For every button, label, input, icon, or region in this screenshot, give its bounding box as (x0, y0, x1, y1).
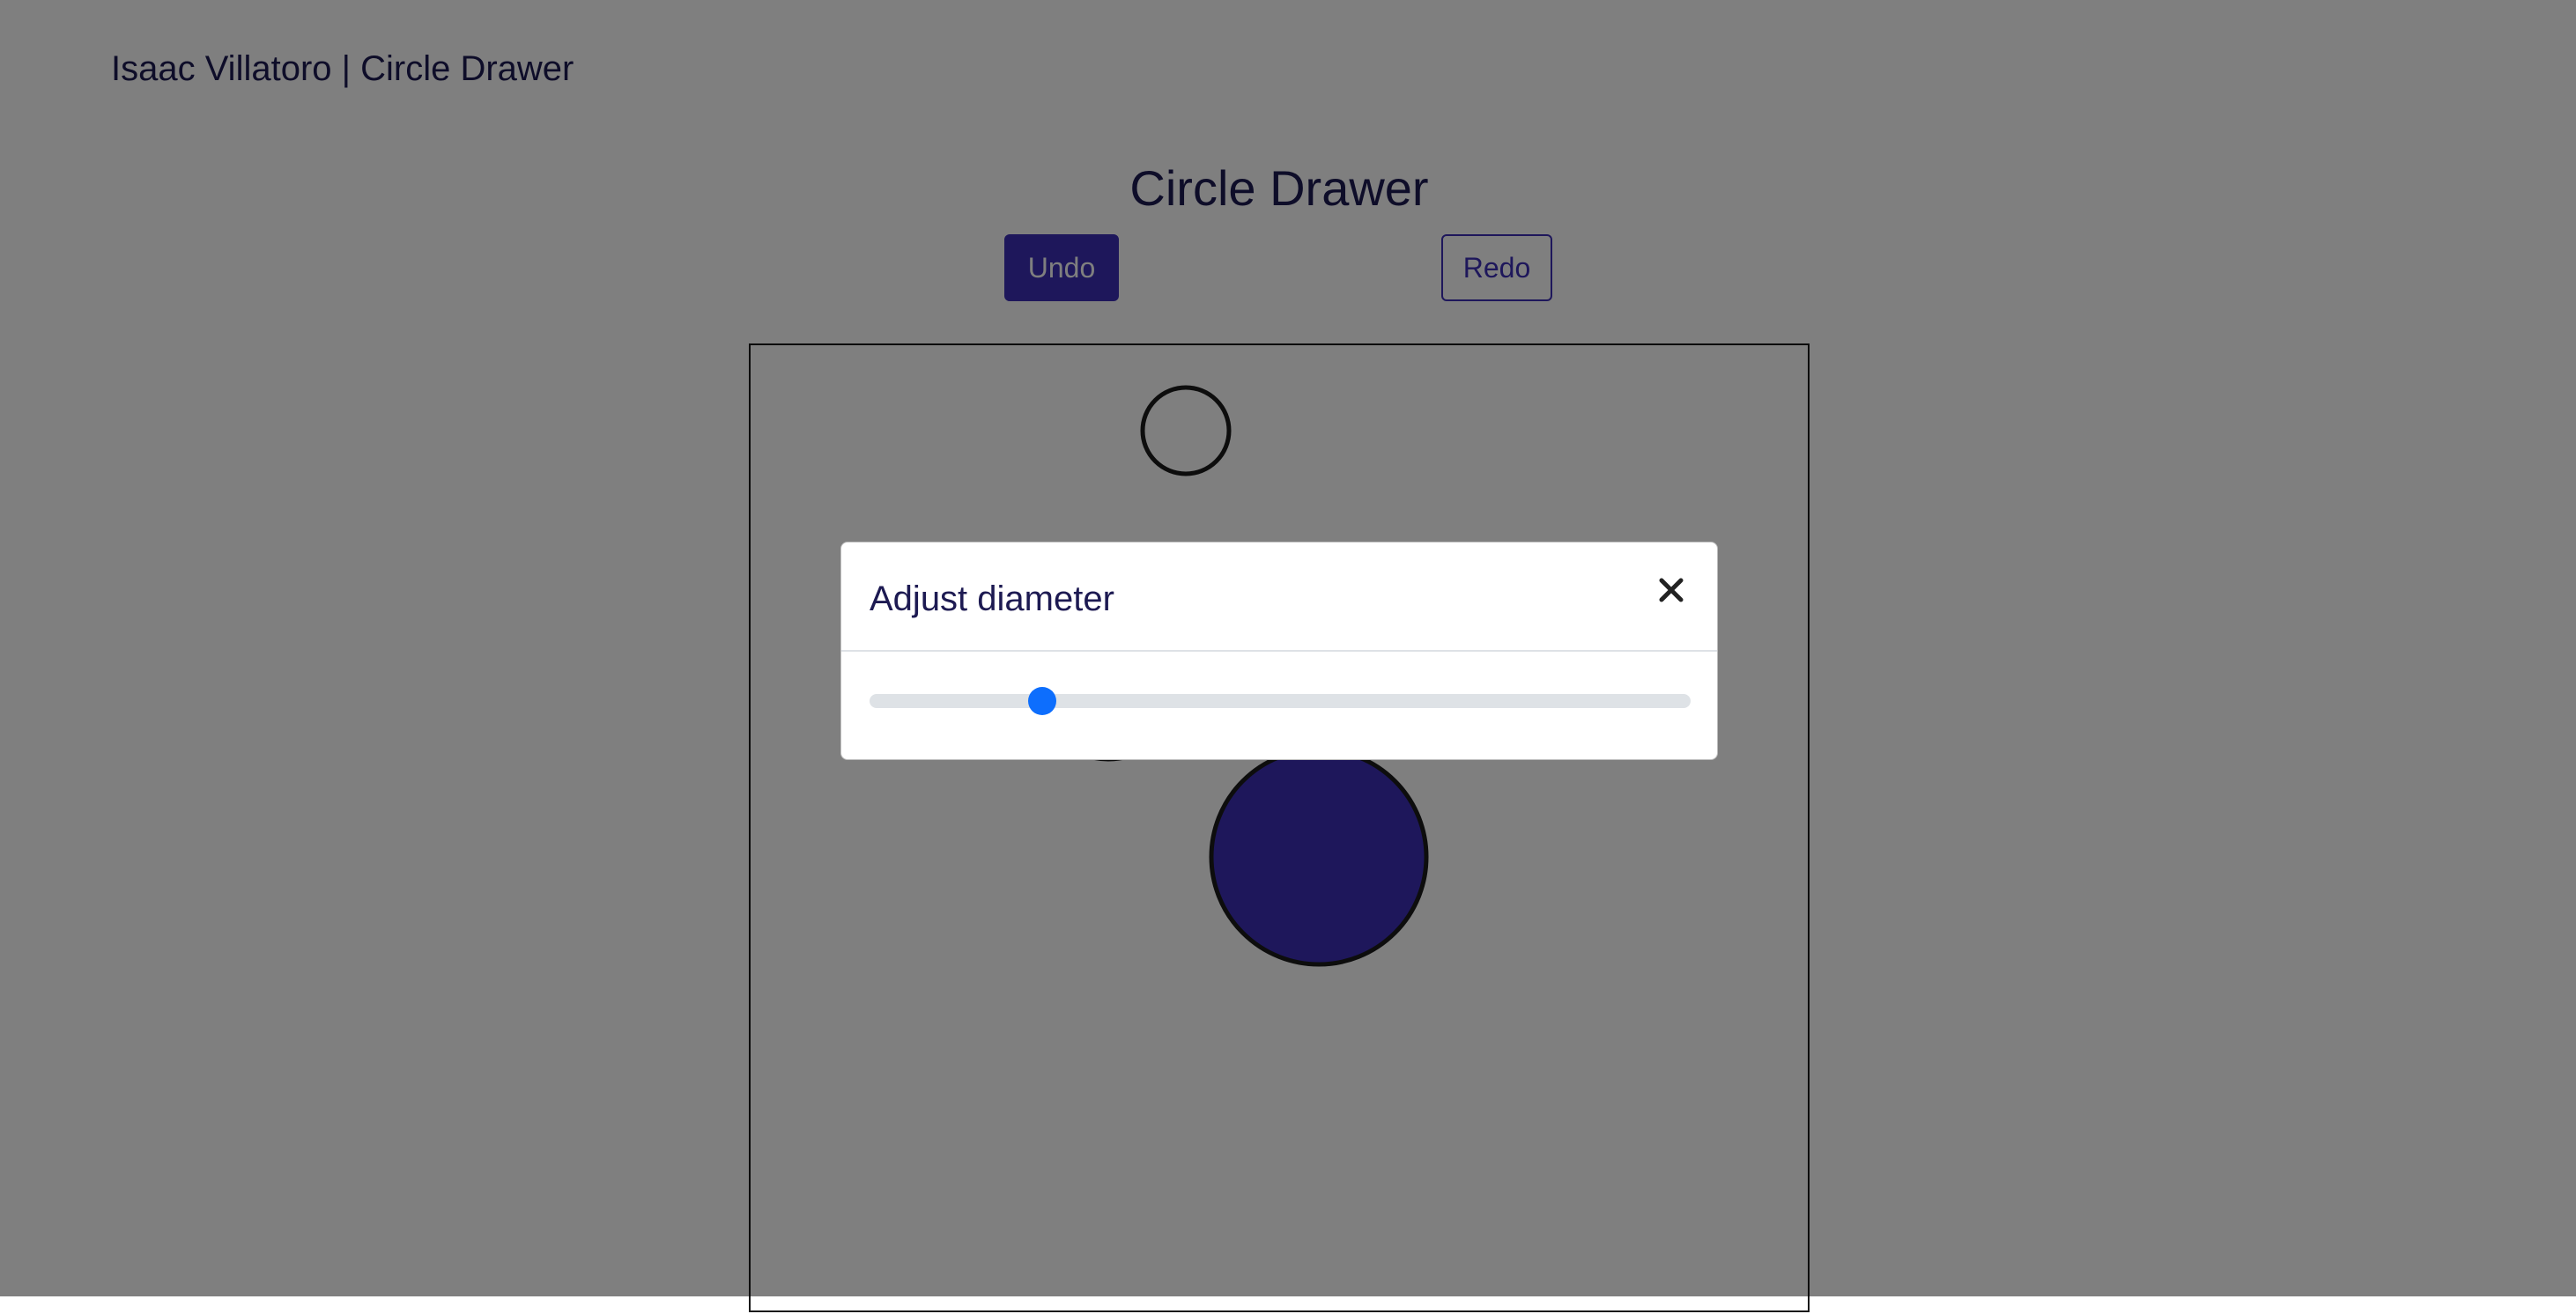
page: Isaac Villatoro | Circle Drawer Circle D… (0, 0, 2576, 1312)
slider-thumb[interactable] (1028, 687, 1056, 715)
close-icon[interactable] (1652, 571, 1691, 609)
adjust-diameter-modal: Adjust diameter (840, 542, 1718, 760)
modal-header: Adjust diameter (841, 543, 1717, 652)
diameter-slider[interactable] (870, 694, 1691, 708)
modal-body (841, 652, 1717, 759)
modal-title: Adjust diameter (870, 579, 1114, 618)
